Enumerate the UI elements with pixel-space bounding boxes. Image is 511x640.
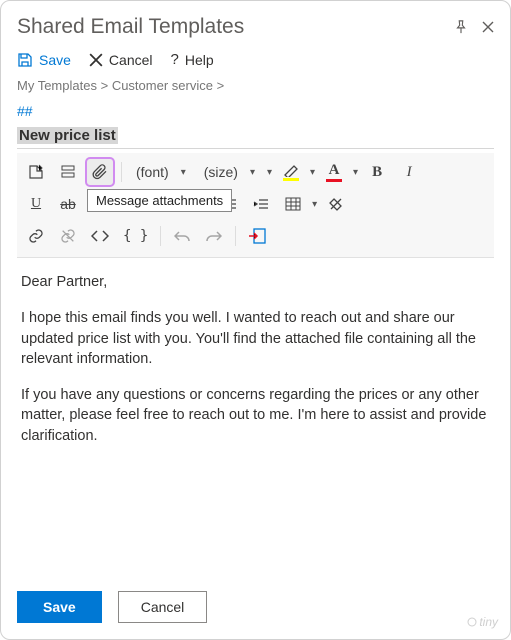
close-icon[interactable] <box>482 21 494 33</box>
clear-formatting-button[interactable] <box>323 191 349 217</box>
toolbar-row-1: Message attachments (font) ▾ (size) ▾ ▾ … <box>23 159 488 185</box>
chevron-down-icon[interactable]: ▾ <box>310 167 315 178</box>
source-code-button[interactable] <box>87 223 113 249</box>
insert-macro-icon[interactable] <box>23 159 49 185</box>
footer-buttons: Save Cancel <box>17 591 494 623</box>
breadcrumb-folder[interactable]: Customer service <box>112 78 213 93</box>
x-icon <box>89 53 103 67</box>
body-p3: If you have any questions or concerns re… <box>21 385 490 446</box>
tiny-label: tiny <box>479 615 498 629</box>
font-family-dropdown[interactable]: (font) ▾ <box>130 159 192 185</box>
cancel-button[interactable]: Cancel <box>118 591 208 623</box>
save-label: Save <box>39 52 71 68</box>
subject-line[interactable]: New price list <box>17 127 494 149</box>
save-disk-icon <box>17 52 33 68</box>
chevron-down-icon[interactable]: ▾ <box>267 167 272 178</box>
chevron-down-icon: ▾ <box>181 167 186 178</box>
email-body-editor[interactable]: Dear Partner, I hope this email finds yo… <box>17 258 494 591</box>
breadcrumb-root[interactable]: My Templates <box>17 78 97 93</box>
help-link[interactable]: ? Help <box>171 51 214 68</box>
separator <box>160 226 161 246</box>
body-p2: I hope this email finds you well. I want… <box>21 308 490 369</box>
breadcrumb: My Templates > Customer service > <box>17 78 494 93</box>
chevron-down-icon[interactable]: ▾ <box>312 199 317 210</box>
attachment-tooltip: Message attachments <box>87 189 232 212</box>
save-button[interactable]: Save <box>17 591 102 623</box>
table-button[interactable] <box>280 191 306 217</box>
bold-button[interactable]: B <box>364 159 390 185</box>
code-braces-button[interactable]: { } <box>119 223 152 249</box>
separator <box>121 162 122 182</box>
help-icon: ? <box>171 51 179 68</box>
help-label: Help <box>185 52 214 68</box>
font-size-dropdown[interactable]: (size) ▾ <box>198 159 261 185</box>
titlebar: Shared Email Templates <box>17 15 494 39</box>
pin-icon[interactable] <box>454 20 468 34</box>
font-size-value: (size) <box>204 164 238 180</box>
redo-button[interactable] <box>201 223 227 249</box>
undo-button[interactable] <box>169 223 195 249</box>
editor-toolbar: Message attachments (font) ▾ (size) ▾ ▾ … <box>17 153 494 258</box>
hash-tags-line[interactable]: ## <box>17 103 494 119</box>
text-color-button[interactable]: A <box>321 159 347 185</box>
strikethrough-button[interactable]: ab <box>55 191 81 217</box>
letter-a-icon: A <box>329 163 340 178</box>
layout-icon[interactable] <box>55 159 81 185</box>
font-family-value: (font) <box>136 164 169 180</box>
chevron-down-icon[interactable]: ▾ <box>353 167 358 178</box>
import-button[interactable] <box>244 223 270 249</box>
save-link[interactable]: Save <box>17 52 71 68</box>
unlink-button[interactable] <box>55 223 81 249</box>
text-color-swatch <box>326 179 342 182</box>
italic-button[interactable]: I <box>396 159 422 185</box>
breadcrumb-sep-end: > <box>217 78 225 93</box>
body-p1: Dear Partner, <box>21 272 490 292</box>
cancel-label: Cancel <box>109 52 153 68</box>
underline-button[interactable]: U <box>23 191 49 217</box>
highlight-swatch <box>283 178 299 181</box>
cancel-link[interactable]: Cancel <box>89 52 153 68</box>
chevron-down-icon: ▾ <box>250 167 255 178</box>
command-bar: Save Cancel ? Help <box>17 51 494 68</box>
subject-text: New price list <box>17 127 118 144</box>
template-editor-window: Shared Email Templates Save Cancel ? Hel… <box>0 0 511 640</box>
window-title: Shared Email Templates <box>17 15 244 39</box>
attachment-icon[interactable]: Message attachments <box>87 159 113 185</box>
toolbar-row-3: { } <box>23 223 488 249</box>
indent-button[interactable] <box>248 191 274 217</box>
link-button[interactable] <box>23 223 49 249</box>
breadcrumb-sep: > <box>101 78 109 93</box>
title-actions <box>454 20 494 34</box>
highlight-color-button[interactable] <box>278 159 304 185</box>
tiny-brand-icon: tiny <box>467 615 498 629</box>
separator <box>235 226 236 246</box>
